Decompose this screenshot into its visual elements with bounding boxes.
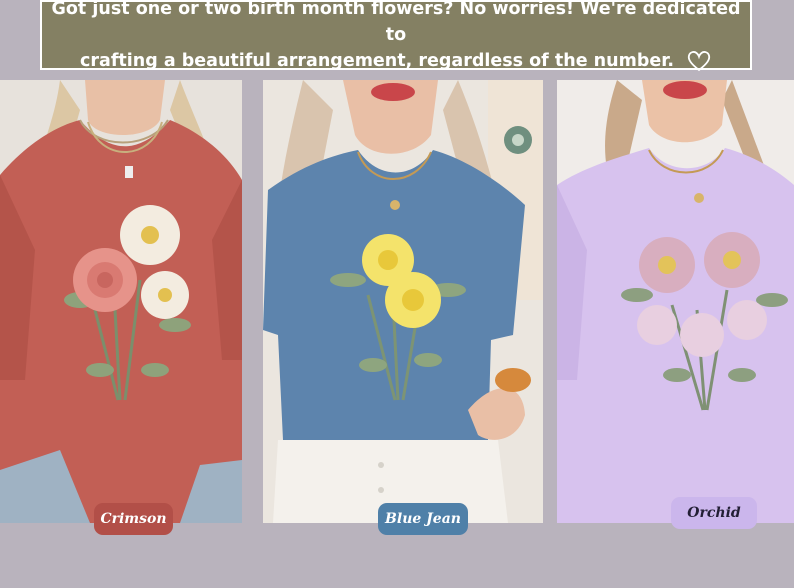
banner-line-2: crafting a beautiful arrangement, regard… — [80, 51, 674, 71]
banner-line-1: Got just one or two birth month flowers?… — [51, 0, 741, 45]
product-photo-orchid[interactable] — [557, 80, 794, 523]
crimson-shirt-photo — [0, 80, 242, 523]
color-label-blue-jean: Blue Jean — [378, 503, 468, 535]
blue-jean-shirt-photo — [263, 80, 543, 523]
heart-outline-icon — [686, 49, 712, 73]
promo-banner: Got just one or two birth month flowers?… — [40, 0, 752, 72]
color-label-crimson: Crimson — [94, 503, 173, 535]
banner-line-2-row: crafting a beautiful arrangement, regard… — [80, 48, 712, 74]
color-label-orchid: Orchid — [671, 497, 757, 529]
orchid-shirt-photo — [557, 80, 794, 523]
product-photo-blue-jean[interactable] — [263, 80, 543, 523]
product-photo-crimson[interactable] — [0, 80, 242, 523]
